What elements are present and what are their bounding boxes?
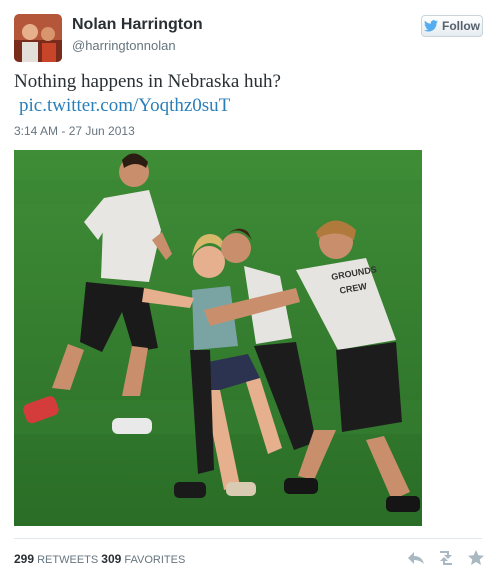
favorites-label[interactable]: FAVORITES [124,554,185,566]
retweets-label[interactable]: RETWEETS [37,554,98,566]
follow-button[interactable]: Follow [421,15,483,37]
stats-divider [14,538,482,539]
tweet-card: Nolan Harrington @harringtonnolan Follow… [0,0,496,578]
reply-icon[interactable] [406,548,426,568]
tweet-photo[interactable]: GROUNDS CREW [14,150,422,526]
favorite-icon[interactable] [466,548,486,568]
user-handle[interactable]: @harringtonnolan [72,38,176,53]
user-avatar[interactable] [14,14,62,62]
tweet-body: Nothing happens in Nebraska huh? [14,71,281,92]
retweet-icon[interactable] [436,548,456,568]
follow-button-label: Follow [442,19,480,33]
tweet-timestamp[interactable]: 3:14 AM - 27 Jun 2013 [14,124,135,138]
retweets-count[interactable]: 299 [14,552,34,566]
favorites-count[interactable]: 309 [101,552,121,566]
user-name[interactable]: Nolan Harrington [72,16,203,34]
tweet-stats: 299 RETWEETS 309 FAVORITES [14,552,185,566]
tweet-actions [406,548,486,568]
tweet-photo-link[interactable]: pic.twitter.com/Yoqthz0suT [19,94,474,118]
twitter-bird-icon [424,20,438,32]
tweet-text: Nothing happens in Nebraska huh? pic.twi… [14,70,474,118]
